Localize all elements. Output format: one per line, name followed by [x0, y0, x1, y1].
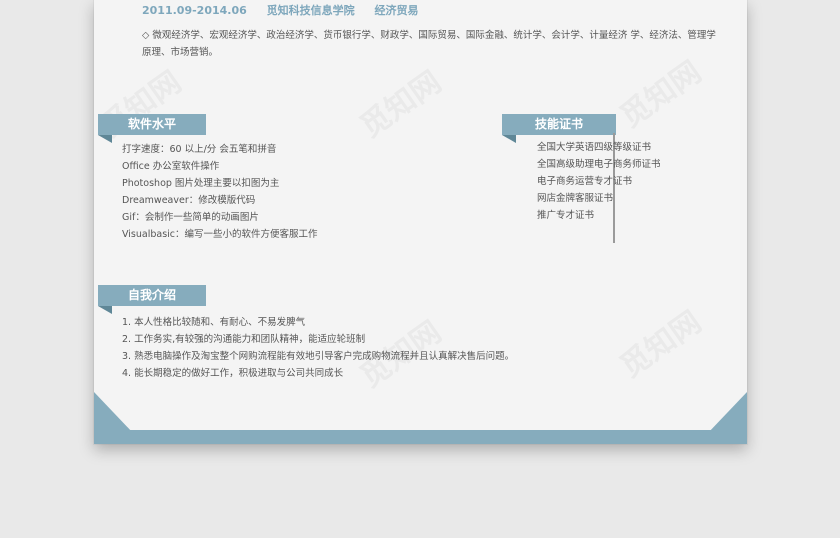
education-period: 2011.09-2014.06 [142, 4, 247, 17]
list-item: Office 办公室软件操作 [122, 161, 220, 172]
list-item: Photoshop 图片处理主要以扣图为主 [122, 178, 280, 189]
list-item: Dreamweaver：修改模版代码 [122, 195, 256, 206]
list-item: 推广专才证书 [537, 210, 595, 221]
education-major: 经济贸易 [374, 4, 419, 17]
list-item: 1. 本人性格比较随和、有耐心、不易发脾气 [122, 317, 306, 328]
list-item: 网店金牌客服证书 [537, 193, 614, 204]
list-item: Gif：会制作一些简单的动画图片 [122, 212, 259, 223]
courses-text: ◇ 微观经济学、宏观经济学、政治经济学、货币银行学、财政学、国际贸易、国际金融、… [142, 30, 716, 58]
list-item: 2. 工作务实,有较强的沟通能力和团队精神，能适应轮班制 [122, 334, 366, 345]
list-item: 全国高级助理电子商务师证书 [537, 159, 661, 170]
list-item: 全国大学英语四级等级证书 [537, 142, 652, 153]
watermark: 觅知网 [354, 64, 448, 146]
list-item: 打字速度：60 以上/分 会五笔和拼音 [122, 144, 277, 155]
bottom-left-corner [94, 392, 134, 434]
about-section-header: 自我介绍 [98, 285, 206, 314]
education-school: 觅知科技信息学院 [266, 4, 355, 17]
header-fold [98, 306, 112, 314]
about-list: 1. 本人性格比较随和、有耐心、不易发脾气 2. 工作务实,有较强的沟通能力和团… [122, 314, 514, 382]
software-title: 软件水平 [127, 117, 176, 131]
certificates-list: 全国大学英语四级等级证书 全国高级助理电子商务师证书 电子商务运营专才证书 网店… [537, 139, 661, 224]
list-item: Visualbasic：编写一些小的软件方便客服工作 [122, 229, 318, 240]
resume-page: 2011.09-2014.06 觅知科技信息学院 经济贸易 ◇ 微观经济学、宏观… [94, 0, 747, 444]
software-list: 打字速度：60 以上/分 会五笔和拼音 Office 办公室软件操作 Photo… [122, 141, 318, 243]
list-item: 电子商务运营专才证书 [537, 176, 633, 187]
list-item: 3. 熟悉电脑操作及淘宝整个网购流程能有效地引导客户完成购物流程并且认真解决售后… [122, 351, 515, 362]
certificates-title: 技能证书 [534, 117, 583, 131]
list-item: 4. 能长期稳定的做好工作，积极进取与公司共同成长 [122, 368, 344, 379]
watermark: 觅知网 [614, 304, 708, 386]
header-fold [502, 135, 516, 143]
watermark: 觅知网 [614, 54, 708, 136]
bottom-right-corner [707, 392, 747, 434]
software-section-header: 软件水平 [98, 114, 206, 143]
education-line: 2011.09-2014.06 觅知科技信息学院 经济贸易 [142, 2, 434, 18]
about-title: 自我介绍 [127, 288, 176, 302]
certificates-section-header: 技能证书 [502, 114, 616, 143]
header-fold [98, 135, 112, 143]
bottom-band [94, 430, 747, 444]
